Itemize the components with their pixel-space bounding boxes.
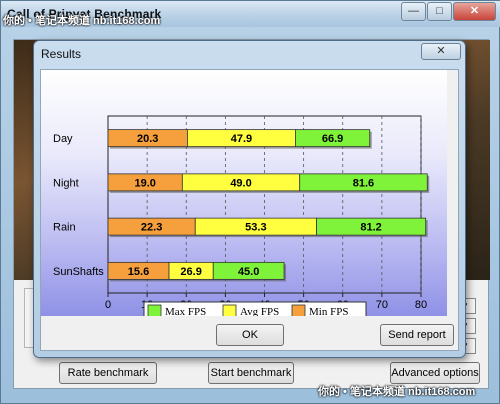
x-tick-label: 0 xyxy=(105,299,111,311)
legend-label: Min FPS xyxy=(309,306,348,316)
data-label: 15.6 xyxy=(128,266,149,278)
legend-swatch xyxy=(147,304,162,316)
maximize-button[interactable]: □ xyxy=(427,2,452,21)
legend-label: Max FPS xyxy=(165,306,206,316)
results-body: 01020304050607080Day20.347.966.9Night19.… xyxy=(40,69,459,351)
advanced-options-button[interactable]: Advanced options xyxy=(390,362,480,384)
start-benchmark-button[interactable]: Start benchmark xyxy=(208,362,294,384)
close-button[interactable]: ✕ xyxy=(453,2,496,21)
legend-swatch xyxy=(222,304,237,316)
data-label: 53.3 xyxy=(245,222,266,234)
data-label: 20.3 xyxy=(137,133,158,145)
legend-swatch xyxy=(291,304,306,316)
data-label: 66.9 xyxy=(322,133,343,145)
category-label: Day xyxy=(53,133,73,145)
data-label: 26.9 xyxy=(180,266,201,278)
results-close-button[interactable]: ✕ xyxy=(421,43,461,60)
x-tick-label: 70 xyxy=(376,299,388,311)
ok-button[interactable]: OK xyxy=(216,324,284,346)
category-label: Night xyxy=(53,177,79,189)
data-label: 81.2 xyxy=(360,222,381,234)
watermark-top: 你的 • 笔记本频道 nb.it168.com xyxy=(3,15,161,27)
legend-label: Avg FPS xyxy=(240,306,279,316)
fps-chart-svg: 01020304050607080Day20.347.966.9Night19.… xyxy=(53,115,430,316)
minimize-button[interactable]: — xyxy=(401,2,426,21)
data-label: 45.0 xyxy=(238,266,259,278)
data-label: 19.0 xyxy=(134,177,155,189)
category-label: Rain xyxy=(53,222,76,234)
data-label: 47.9 xyxy=(231,133,252,145)
results-dialog-title: Results xyxy=(41,47,82,61)
x-tick-label: 80 xyxy=(415,299,427,311)
send-report-button[interactable]: Send report xyxy=(380,324,454,346)
data-label: 22.3 xyxy=(141,222,162,234)
data-label: 81.6 xyxy=(353,177,374,189)
category-label: SunShafts xyxy=(53,266,104,278)
data-label: 49.0 xyxy=(230,177,251,189)
watermark-bottom: 你的 • 笔记本频道 nb.it168.com xyxy=(318,386,476,398)
rate-benchmark-button[interactable]: Rate benchmark xyxy=(59,362,157,384)
results-dialog: Results ✕ 01020304050607080Day20.347.966… xyxy=(33,40,466,358)
fps-chart: 01020304050607080Day20.347.966.9Night19.… xyxy=(41,70,447,316)
